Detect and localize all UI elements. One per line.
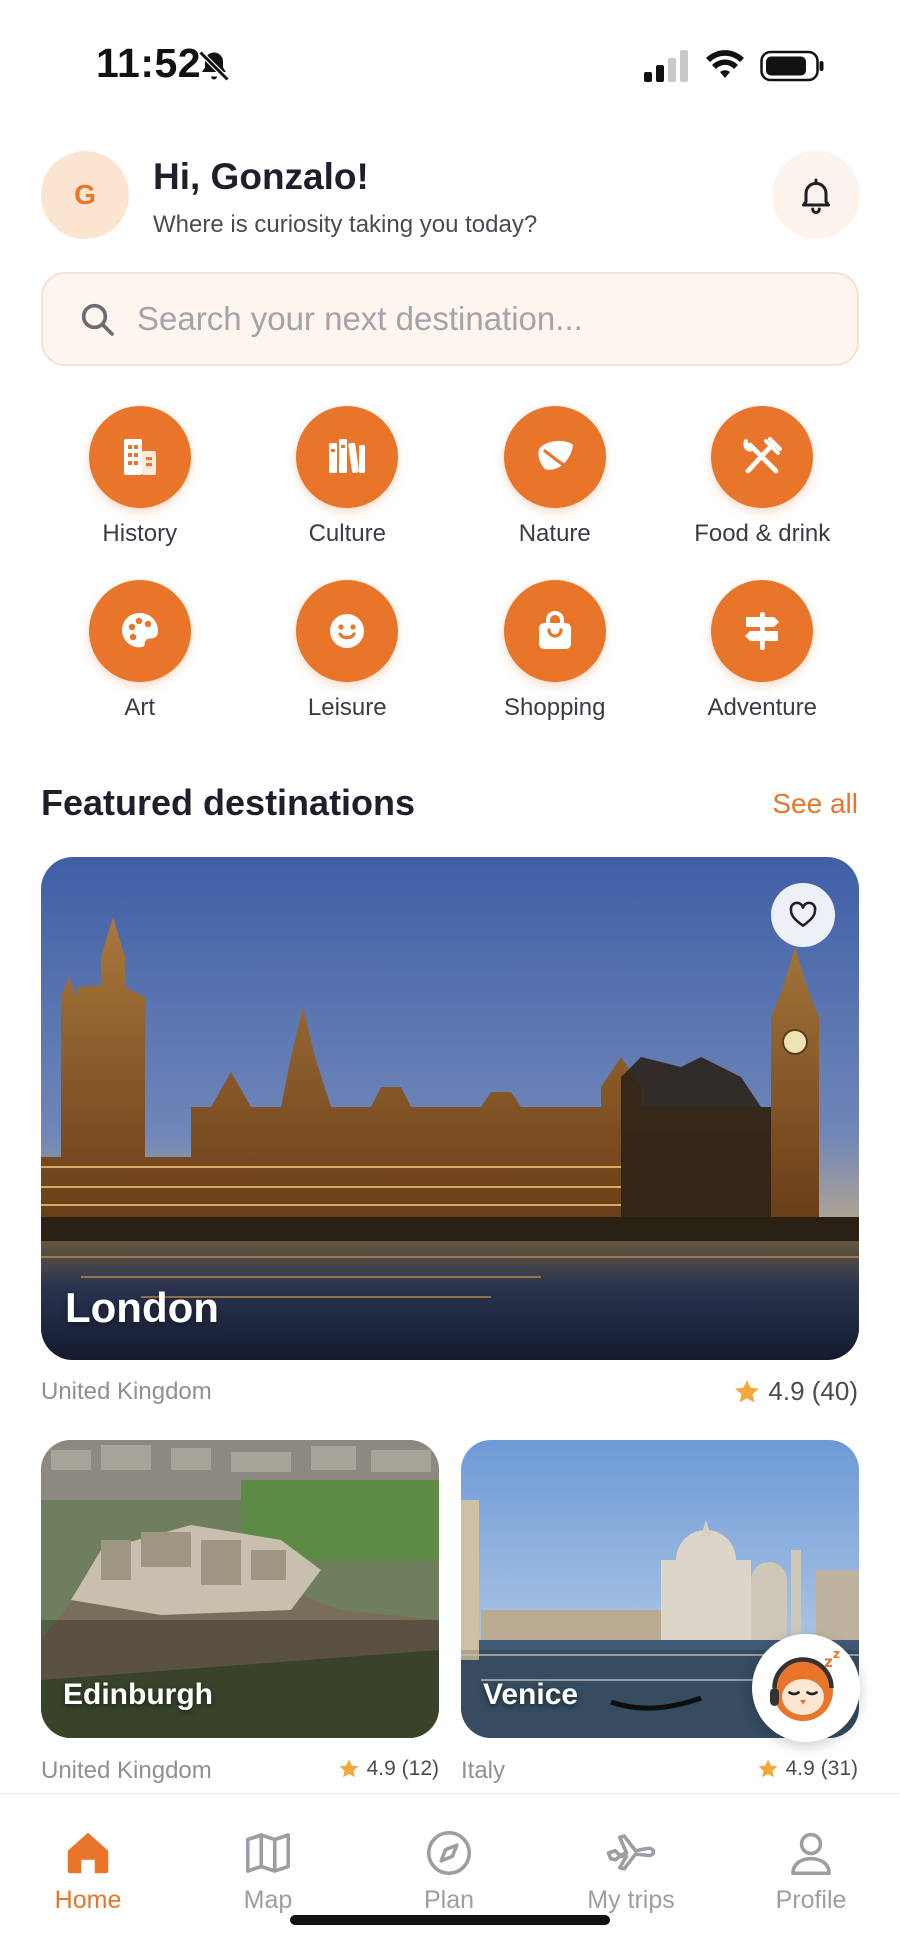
category-label: Food & drink <box>694 520 831 547</box>
nav-label: My trips <box>587 1886 675 1914</box>
destination-name: Edinburgh <box>63 1678 213 1711</box>
featured-section-title: Featured destinations <box>41 782 416 823</box>
nav-profile[interactable]: Profile <box>736 1826 886 1915</box>
category-leisure[interactable]: Leisure <box>244 580 452 722</box>
status-bar: 11:52 <box>0 0 900 120</box>
notifications-button[interactable] <box>772 151 860 239</box>
category-label: History <box>102 520 178 547</box>
destination-rating: 4.9 (40) <box>732 1376 858 1407</box>
nav-my-trips[interactable]: My trips <box>556 1826 706 1915</box>
home-icon <box>67 1832 109 1874</box>
category-icon-wrapper <box>711 580 814 682</box>
search-input[interactable] <box>137 300 817 338</box>
bottom-navigation: Home Map Plan My trips Profile <box>0 1793 900 1951</box>
category-food-drink[interactable]: Food & drink <box>659 406 867 548</box>
search-icon <box>81 303 114 336</box>
fork-knife-icon <box>743 437 783 474</box>
destination-rating: 4.9 (31) <box>756 1757 858 1781</box>
cellular-signal-icon <box>644 50 688 82</box>
category-label: Culture <box>308 520 386 547</box>
smile-icon <box>330 614 365 648</box>
destination-card-edinburgh[interactable]: Edinburgh <box>41 1440 439 1738</box>
avatar[interactable]: G <box>41 151 129 239</box>
category-grid: History Culture Nature Food & drink Art … <box>36 406 866 722</box>
airplane-icon <box>606 1834 656 1871</box>
nav-label: Home <box>54 1886 122 1914</box>
destination-card-london[interactable]: London <box>41 857 859 1360</box>
category-adventure[interactable]: Adventure <box>659 580 867 722</box>
rating-text: 4.9 (12) <box>366 1757 439 1780</box>
bell-slash-icon <box>198 50 230 82</box>
greeting-title: Hi, Gonzalo! <box>153 156 369 197</box>
category-icon-wrapper <box>503 580 606 682</box>
category-icon-wrapper <box>88 580 191 682</box>
category-nature[interactable]: Nature <box>451 406 659 548</box>
signpost-icon <box>745 612 780 650</box>
status-time: 11:52 <box>96 40 202 86</box>
nav-label: Plan <box>423 1886 475 1914</box>
destination-name: London <box>65 1284 219 1331</box>
palette-icon <box>121 613 158 648</box>
destination-rating: 4.9 (12) <box>337 1757 439 1781</box>
heart-icon <box>789 901 817 927</box>
buildings-icon <box>123 439 156 475</box>
star-icon <box>758 1759 778 1778</box>
category-label: Shopping <box>504 694 606 721</box>
category-art[interactable]: Art <box>36 580 244 722</box>
category-culture[interactable]: Culture <box>244 406 452 548</box>
sleeping-mascot-icon: z z <box>770 1647 840 1721</box>
destination-country: United Kingdom <box>41 1757 212 1784</box>
category-label: Adventure <box>707 694 817 721</box>
category-icon-wrapper <box>711 406 814 508</box>
books-icon <box>329 439 366 474</box>
category-label: Art <box>124 694 156 721</box>
category-icon-wrapper <box>503 406 606 508</box>
category-history[interactable]: History <box>36 406 244 548</box>
category-icon-wrapper <box>296 580 399 682</box>
category-icon-wrapper <box>88 406 191 508</box>
leaf-icon <box>538 440 573 471</box>
nav-map[interactable]: Map <box>193 1826 343 1915</box>
nav-home[interactable]: Home <box>13 1826 163 1915</box>
nav-label: Map <box>243 1886 293 1914</box>
category-icon-wrapper <box>296 406 399 508</box>
battery-icon <box>760 50 824 82</box>
home-indicator <box>290 1915 610 1925</box>
category-shopping[interactable]: Shopping <box>451 580 659 722</box>
destination-country: Italy <box>461 1757 506 1784</box>
destination-country: United Kingdom <box>41 1378 212 1405</box>
map-icon <box>245 1833 291 1873</box>
star-icon <box>339 1759 359 1778</box>
assistant-button[interactable]: z z <box>752 1634 860 1742</box>
search-bar[interactable] <box>41 272 859 366</box>
nav-plan[interactable]: Plan <box>374 1826 524 1915</box>
category-label: Leisure <box>307 694 387 721</box>
rating-text: 4.9 (31) <box>785 1757 858 1780</box>
star-icon <box>735 1379 760 1402</box>
see-all-link[interactable]: See all <box>772 788 858 820</box>
greeting-subtitle: Where is curiosity taking you today? <box>153 211 538 238</box>
compass-icon <box>426 1830 472 1876</box>
category-label: Nature <box>518 520 591 547</box>
shopping-bag-icon <box>538 611 571 649</box>
svg-text:z: z <box>833 1647 840 1661</box>
rating-text: 4.9 (40) <box>768 1376 858 1406</box>
user-icon <box>791 1832 831 1876</box>
svg-text:z: z <box>824 1653 833 1671</box>
favorite-button[interactable] <box>771 883 835 947</box>
destination-name: Venice <box>483 1678 579 1711</box>
bell-icon <box>802 178 830 214</box>
nav-label: Profile <box>775 1886 847 1914</box>
wifi-icon <box>706 50 744 78</box>
